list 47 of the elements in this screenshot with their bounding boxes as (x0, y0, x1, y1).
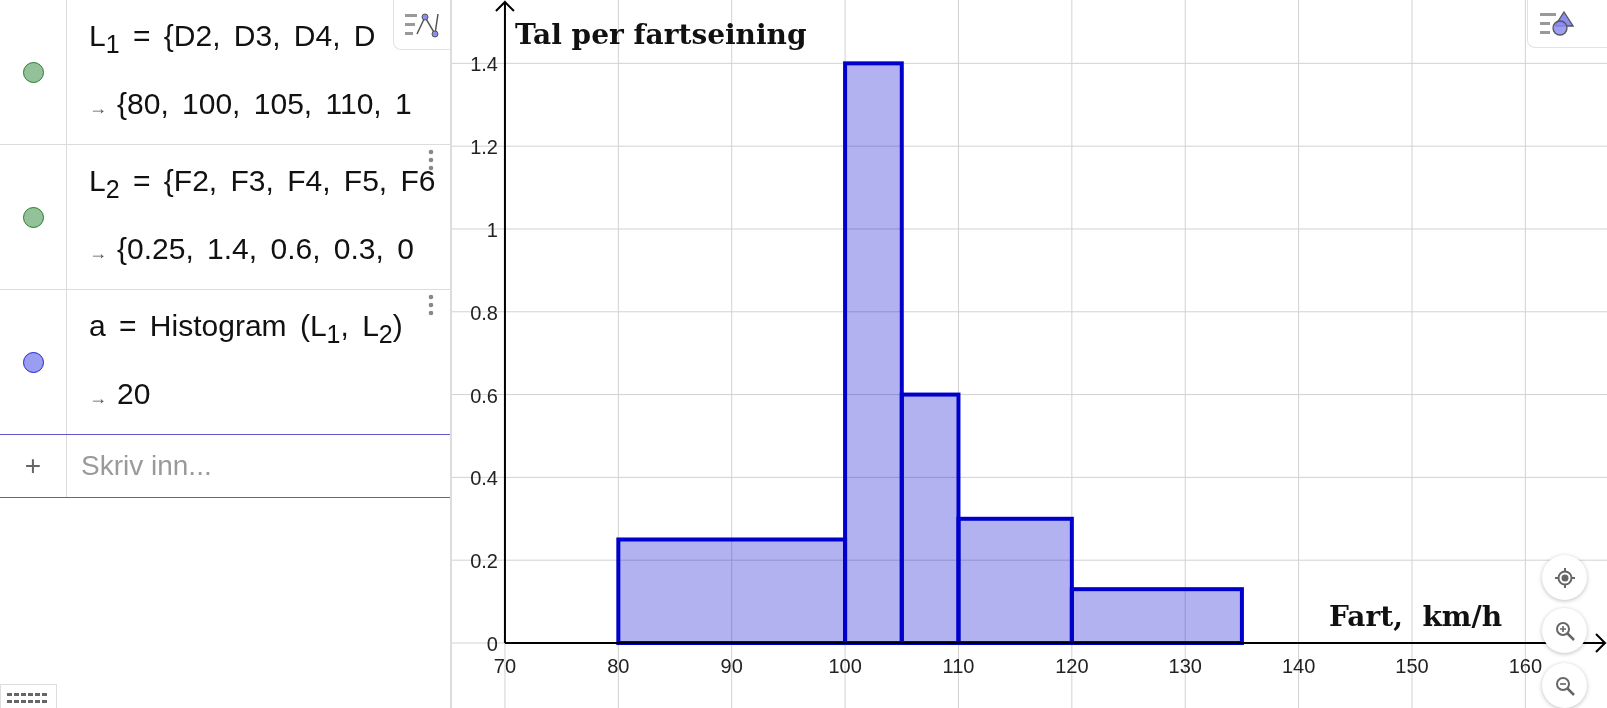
zoom-in-button[interactable] (1542, 608, 1587, 653)
target-icon (1554, 567, 1575, 588)
shapes-icon (1540, 10, 1574, 37)
y-tick-label: 1.2 (470, 136, 498, 159)
visibility-dot[interactable] (22, 351, 44, 373)
graph-lines-icon (405, 11, 439, 38)
x-tick-label: 100 (828, 655, 862, 677)
y-tick-label: 1 (486, 218, 498, 241)
keyboard-icon[interactable] (0, 684, 57, 708)
x-tick-label: 130 (1168, 655, 1202, 677)
x-tick-label: 90 (720, 655, 743, 677)
y-axis-label: Tal per fartseining (514, 18, 807, 51)
arrow-text: → (89, 97, 107, 120)
y-tick-label: 1.4 (470, 53, 498, 76)
recenter-button[interactable] (1542, 555, 1587, 600)
style-bar-button[interactable] (1527, 0, 1607, 48)
y-tick-label: 0.4 (470, 467, 498, 490)
visibility-dot[interactable] (22, 61, 44, 83)
more-icon[interactable] (428, 149, 434, 171)
arrow-text: → (89, 387, 107, 410)
style-bar-button[interactable] (393, 0, 450, 50)
x-tick-label: 120 (1055, 655, 1089, 677)
more-icon[interactable] (428, 294, 434, 316)
definition-text[interactable]: L$_{2}$ = {F2, F3, F4, F5, F6 (89, 164, 436, 206)
add-icon[interactable]: + (24, 450, 42, 482)
zoom-out-button[interactable] (1542, 663, 1587, 708)
value-text: {0.25, 1.4, 0.6, 0.3, 0 (117, 232, 414, 266)
zoom-in-icon (1554, 620, 1575, 641)
x-tick-label: 140 (1281, 655, 1316, 677)
value-text: {80, 100, 105, 110, 1 (117, 87, 412, 121)
x-tick-label: 80 (607, 655, 630, 677)
definition-text[interactable]: a = Histogram (L$_{1}$, L$_{2}$) (89, 309, 403, 351)
x-tick-label: 110 (942, 655, 975, 677)
x-tick-label: 160 (1508, 655, 1543, 677)
y-tick-label: 0.6 (470, 384, 498, 407)
y-tick-label: 0.8 (470, 301, 498, 324)
definition-text[interactable]: L$_{1}$ = {D2, D3, D4, D (89, 19, 376, 61)
y-tick-label: 0 (486, 633, 498, 655)
y-tick-label: 0.2 (470, 550, 498, 573)
x-tick-label: 70 (493, 655, 517, 677)
value-text: 20 (117, 377, 151, 411)
zoom-out-icon (1554, 675, 1575, 696)
arrow-text: → (89, 242, 107, 265)
x-tick-label: 150 (1395, 655, 1429, 677)
visibility-dot[interactable] (22, 206, 44, 228)
input-field[interactable]: Skriv inn... (81, 450, 421, 482)
x-axis-label: Fart, km/h (1328, 600, 1502, 633)
